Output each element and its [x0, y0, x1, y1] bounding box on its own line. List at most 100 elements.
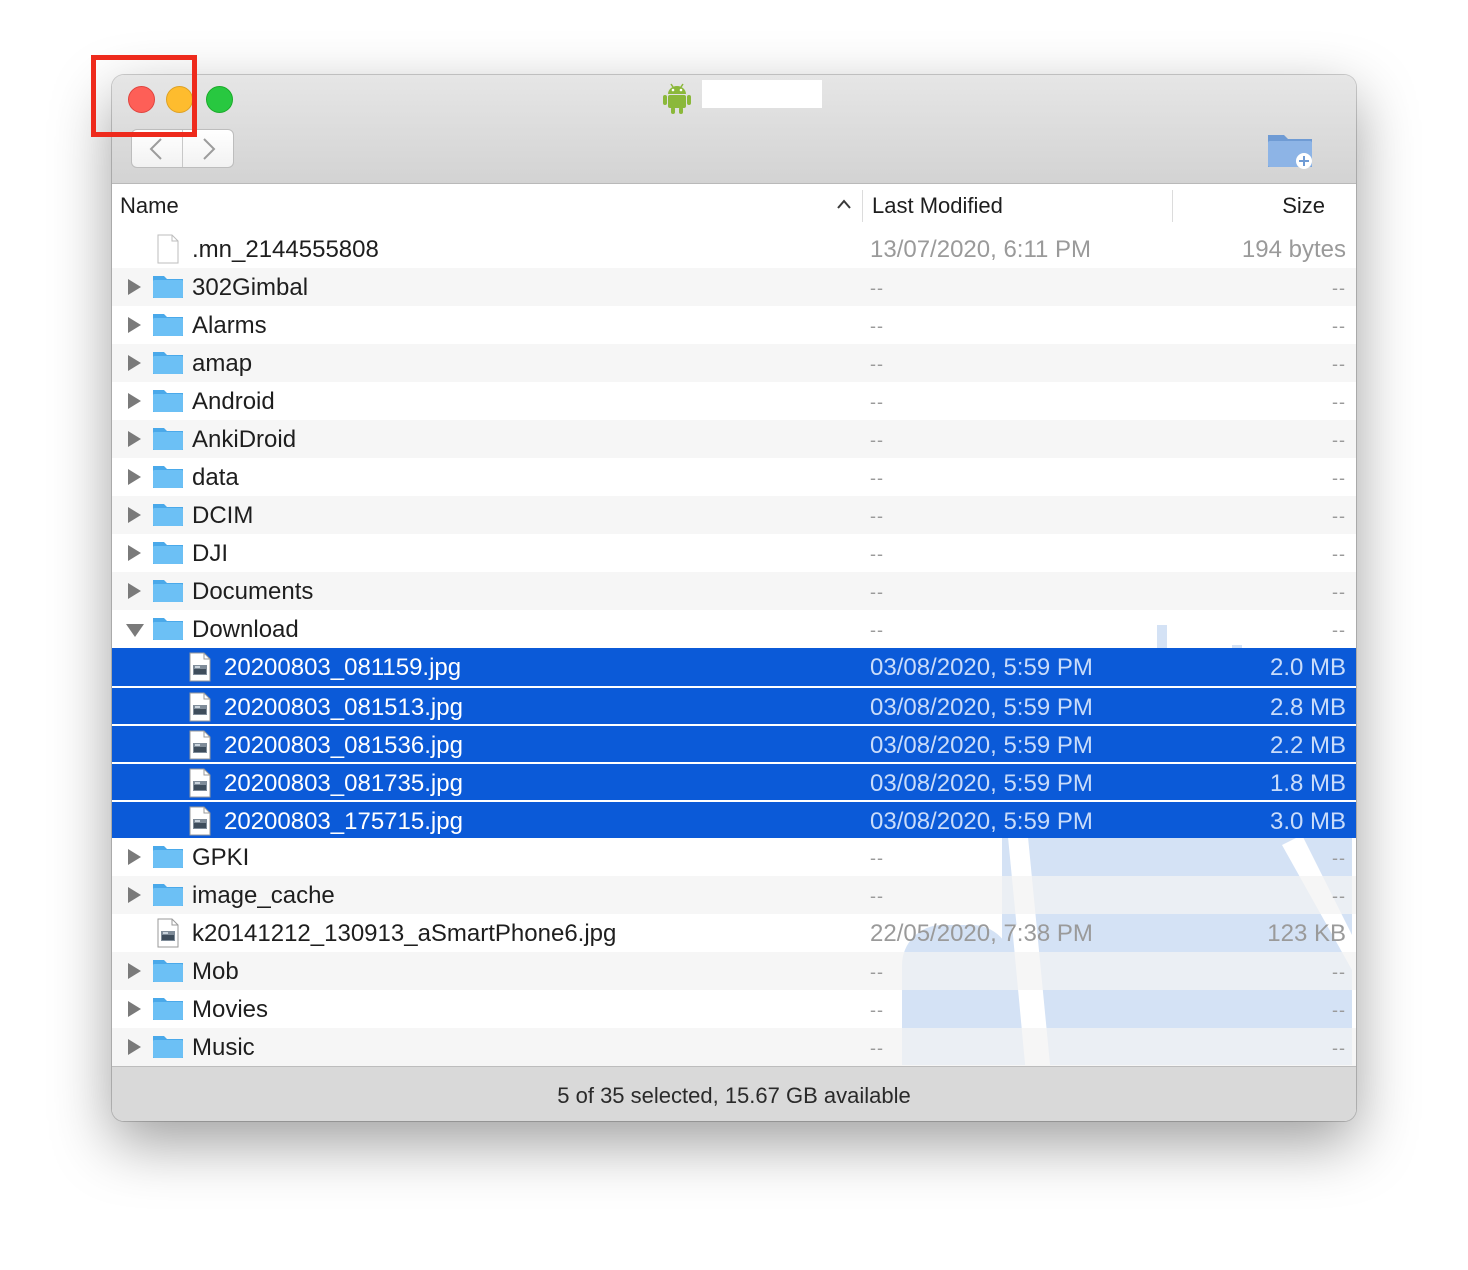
disclosure-closed-icon[interactable] — [128, 545, 141, 561]
disclosure-closed-icon[interactable] — [128, 963, 141, 979]
folder-row[interactable]: Documents -- -- — [112, 572, 1356, 610]
file-name: 20200803_081735.jpg — [224, 770, 463, 797]
folder-row[interactable]: GPKI -- -- — [112, 838, 1356, 876]
file-name: image_cache — [192, 882, 335, 909]
zoom-button[interactable] — [206, 86, 233, 113]
file-row[interactable]: 20200803_175715.jpg 03/08/2020, 5:59 PM 3.… — [112, 800, 1356, 838]
disclosure-closed-icon[interactable] — [128, 887, 141, 903]
folder-row[interactable]: Music -- -- — [112, 1028, 1356, 1066]
file-name: Documents — [192, 578, 314, 605]
size-column-header[interactable]: Size — [1282, 184, 1325, 226]
chevron-up-icon[interactable] — [836, 198, 852, 210]
titlebar — [112, 75, 1356, 184]
disclosure-open-icon[interactable] — [126, 624, 144, 637]
last-modified: -- — [870, 506, 884, 526]
folder-row[interactable]: Movies -- -- — [112, 990, 1356, 1028]
column-divider[interactable] — [862, 190, 863, 222]
folder-icon — [152, 386, 184, 421]
file-size: -- — [1332, 848, 1346, 868]
folder-row[interactable]: image_cache -- -- — [112, 876, 1356, 914]
file-row[interactable]: k20141212_130913_aSmartPhone6.jpg 22/05/2… — [112, 914, 1356, 952]
file-name: Music — [192, 1034, 255, 1061]
disclosure-closed-icon[interactable] — [128, 1039, 141, 1055]
file-size: -- — [1332, 886, 1346, 906]
file-size: 194 bytes — [1241, 236, 1346, 263]
file-size: -- — [1332, 468, 1346, 488]
folder-row[interactable]: Android -- -- — [112, 382, 1356, 420]
file-row[interactable]: 20200803_081513.jpg 03/08/2020, 5:59 PM 2.… — [112, 686, 1356, 724]
folder-row[interactable]: AnkiDroid -- -- — [112, 420, 1356, 458]
last-modified: -- — [870, 1000, 884, 1020]
folder-row[interactable]: Alarms -- -- — [112, 306, 1356, 344]
file-row[interactable]: 20200803_081159.jpg 03/08/2020, 5:59 PM 2.… — [112, 648, 1356, 686]
folder-icon — [152, 348, 184, 383]
disclosure-closed-icon[interactable] — [128, 279, 141, 295]
last-modified: -- — [870, 582, 884, 602]
minimize-button[interactable] — [166, 86, 193, 113]
disclosure-closed-icon[interactable] — [128, 355, 141, 371]
file-name: Download — [192, 616, 299, 643]
folder-row[interactable]: data -- -- — [112, 458, 1356, 496]
file-name: .mn_2144555808 — [192, 236, 379, 263]
folder-icon — [152, 614, 184, 649]
folder-row[interactable]: DCIM -- -- — [112, 496, 1356, 534]
close-button[interactable] — [128, 86, 155, 113]
last-modified: -- — [870, 886, 884, 906]
file-size: -- — [1332, 544, 1346, 564]
file-size: -- — [1332, 278, 1346, 298]
window-title-redacted — [702, 80, 822, 108]
folder-icon — [152, 462, 184, 497]
file-size: -- — [1332, 392, 1346, 412]
column-divider[interactable] — [1172, 190, 1173, 222]
folder-icon — [152, 576, 184, 611]
back-button[interactable] — [132, 130, 183, 167]
chevron-right-icon — [203, 137, 216, 160]
navigation-buttons — [131, 129, 234, 168]
column-header: Name Last Modified Size — [112, 184, 1356, 226]
folder-row[interactable]: amap -- -- — [112, 344, 1356, 382]
disclosure-closed-icon[interactable] — [128, 317, 141, 333]
file-name: k20141212_130913_aSmartPhone6.jpg — [192, 920, 617, 947]
image-file-icon — [156, 918, 180, 955]
file-row[interactable]: 20200803_081536.jpg 03/08/2020, 5:59 PM 2.… — [112, 724, 1356, 762]
modified-column-header[interactable]: Last Modified — [872, 184, 1003, 226]
disclosure-closed-icon[interactable] — [128, 849, 141, 865]
file-row[interactable]: 20200803_081735.jpg 03/08/2020, 5:59 PM 1.… — [112, 762, 1356, 800]
folder-icon — [152, 842, 184, 877]
file-name: 20200803_175715.jpg — [224, 808, 463, 835]
last-modified: -- — [870, 354, 884, 374]
file-browser-window: Name Last Modified Size .mn_2144555808 13… — [112, 75, 1356, 1121]
file-list[interactable]: .mn_2144555808 13/07/2020, 6:11 PM 194 byt… — [112, 230, 1356, 1066]
file-name: Android — [192, 388, 275, 415]
file-row[interactable]: .mn_2144555808 13/07/2020, 6:11 PM 194 byt… — [112, 230, 1356, 268]
disclosure-closed-icon[interactable] — [128, 393, 141, 409]
folder-row[interactable]: Mob -- -- — [112, 952, 1356, 990]
folder-row[interactable]: DJI -- -- — [112, 534, 1356, 572]
new-folder-button[interactable] — [1266, 129, 1316, 171]
file-name: 20200803_081159.jpg — [224, 654, 462, 681]
folder-row[interactable]: 302Gimbal -- -- — [112, 268, 1356, 306]
disclosure-closed-icon[interactable] — [128, 507, 141, 523]
folder-row[interactable]: Download -- -- — [112, 610, 1356, 648]
last-modified: -- — [870, 620, 884, 640]
file-size: -- — [1332, 962, 1346, 982]
disclosure-closed-icon[interactable] — [128, 469, 141, 485]
disclosure-closed-icon[interactable] — [128, 431, 141, 447]
name-column-header[interactable]: Name — [120, 184, 179, 226]
last-modified: 13/07/2020, 6:11 PM — [870, 236, 1092, 263]
image-file-icon — [188, 652, 212, 689]
last-modified: -- — [870, 1038, 884, 1058]
file-size: 2.0 MB — [1269, 654, 1346, 681]
file-size: 2.2 MB — [1269, 732, 1346, 759]
forward-button[interactable] — [183, 130, 233, 167]
status-bar: 5 of 35 selected, 15.67 GB available — [112, 1066, 1356, 1121]
disclosure-closed-icon[interactable] — [128, 1001, 141, 1017]
file-name: GPKI — [192, 844, 250, 871]
file-name: 302Gimbal — [192, 274, 309, 301]
file-size: 2.8 MB — [1269, 694, 1346, 721]
last-modified: -- — [870, 468, 884, 488]
last-modified: 03/08/2020, 5:59 PM — [870, 654, 1093, 681]
last-modified: 03/08/2020, 5:59 PM — [870, 770, 1093, 797]
last-modified: 03/08/2020, 5:59 PM — [870, 808, 1093, 835]
disclosure-closed-icon[interactable] — [128, 583, 141, 599]
